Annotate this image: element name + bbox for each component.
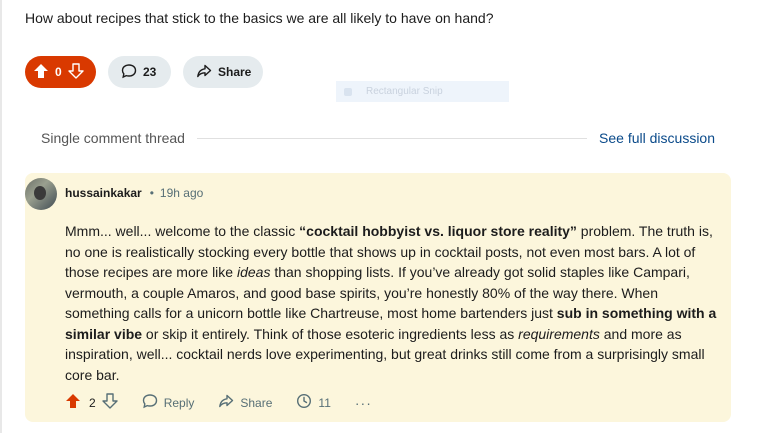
comment-meta: hussainkakar • 19h ago (65, 186, 203, 200)
more-options-button[interactable]: ··· (355, 395, 372, 411)
avatar[interactable] (25, 178, 57, 210)
comments-button[interactable]: 23 (108, 56, 171, 88)
share-arrow-icon (218, 393, 240, 412)
snip-icon (344, 87, 352, 96)
thread-header: Single comment thread See full discussio… (41, 130, 715, 146)
downvote-icon[interactable] (67, 62, 84, 82)
divider (196, 137, 588, 139)
post-actions: 0 23 Share (25, 56, 263, 88)
share-arrow-icon (196, 63, 218, 82)
left-border (0, 0, 2, 433)
comment-paragraph: Mmm... well... welcome to the classic “c… (65, 221, 717, 385)
comment-body: Mmm... well... welcome to the classic “c… (65, 221, 717, 385)
comment-emphasis-italic: ideas (236, 264, 271, 280)
avatar-figure (34, 186, 46, 200)
comment-emphasis-italic: requirements (518, 325, 600, 342)
highlighted-comment: hussainkakar • 19h ago Mmm... well... we… (25, 173, 731, 422)
comment-vote-count: 2 (89, 395, 96, 410)
share-label: Share (240, 395, 273, 410)
comment-text-segment: or skip it entirely. Think of those esot… (142, 325, 519, 342)
meta-separator: • (149, 186, 154, 200)
vote-control: 0 (25, 56, 96, 88)
thread-label: Single comment thread (41, 130, 185, 146)
clock-icon (296, 393, 318, 412)
post-question: How about recipes that stick to the basi… (25, 10, 494, 26)
speech-bubble-icon (142, 393, 164, 412)
award-count: 11 (318, 395, 331, 410)
share-label: Share (218, 65, 252, 79)
speech-bubble-icon (121, 63, 143, 82)
comment-count: 23 (143, 65, 157, 79)
reply-button[interactable]: Reply (142, 393, 195, 412)
comment-emphasis-bold: “cocktail hobbyist vs. liquor store real… (299, 223, 577, 239)
see-full-discussion-link[interactable]: See full discussion (599, 130, 715, 146)
share-button[interactable]: Share (183, 56, 263, 88)
upvote-icon[interactable] (33, 63, 49, 82)
comment-text-segment: Mmm... well... welcome to the classic (65, 223, 300, 239)
comment-author[interactable]: hussainkakar (65, 186, 142, 200)
snip-label: Rectangular Snip (366, 86, 443, 97)
snip-overlay: Rectangular Snip (336, 81, 509, 102)
downvote-icon[interactable] (101, 393, 118, 412)
upvote-icon[interactable] (65, 393, 81, 412)
vote-count: 0 (55, 65, 62, 79)
comment-time[interactable]: 19h ago (160, 186, 203, 200)
share-button[interactable]: Share (218, 393, 272, 412)
award-button[interactable]: 11 (296, 393, 331, 412)
comment-actions: 2 Reply Share 11 ··· (65, 393, 372, 412)
reply-label: Reply (163, 395, 195, 410)
